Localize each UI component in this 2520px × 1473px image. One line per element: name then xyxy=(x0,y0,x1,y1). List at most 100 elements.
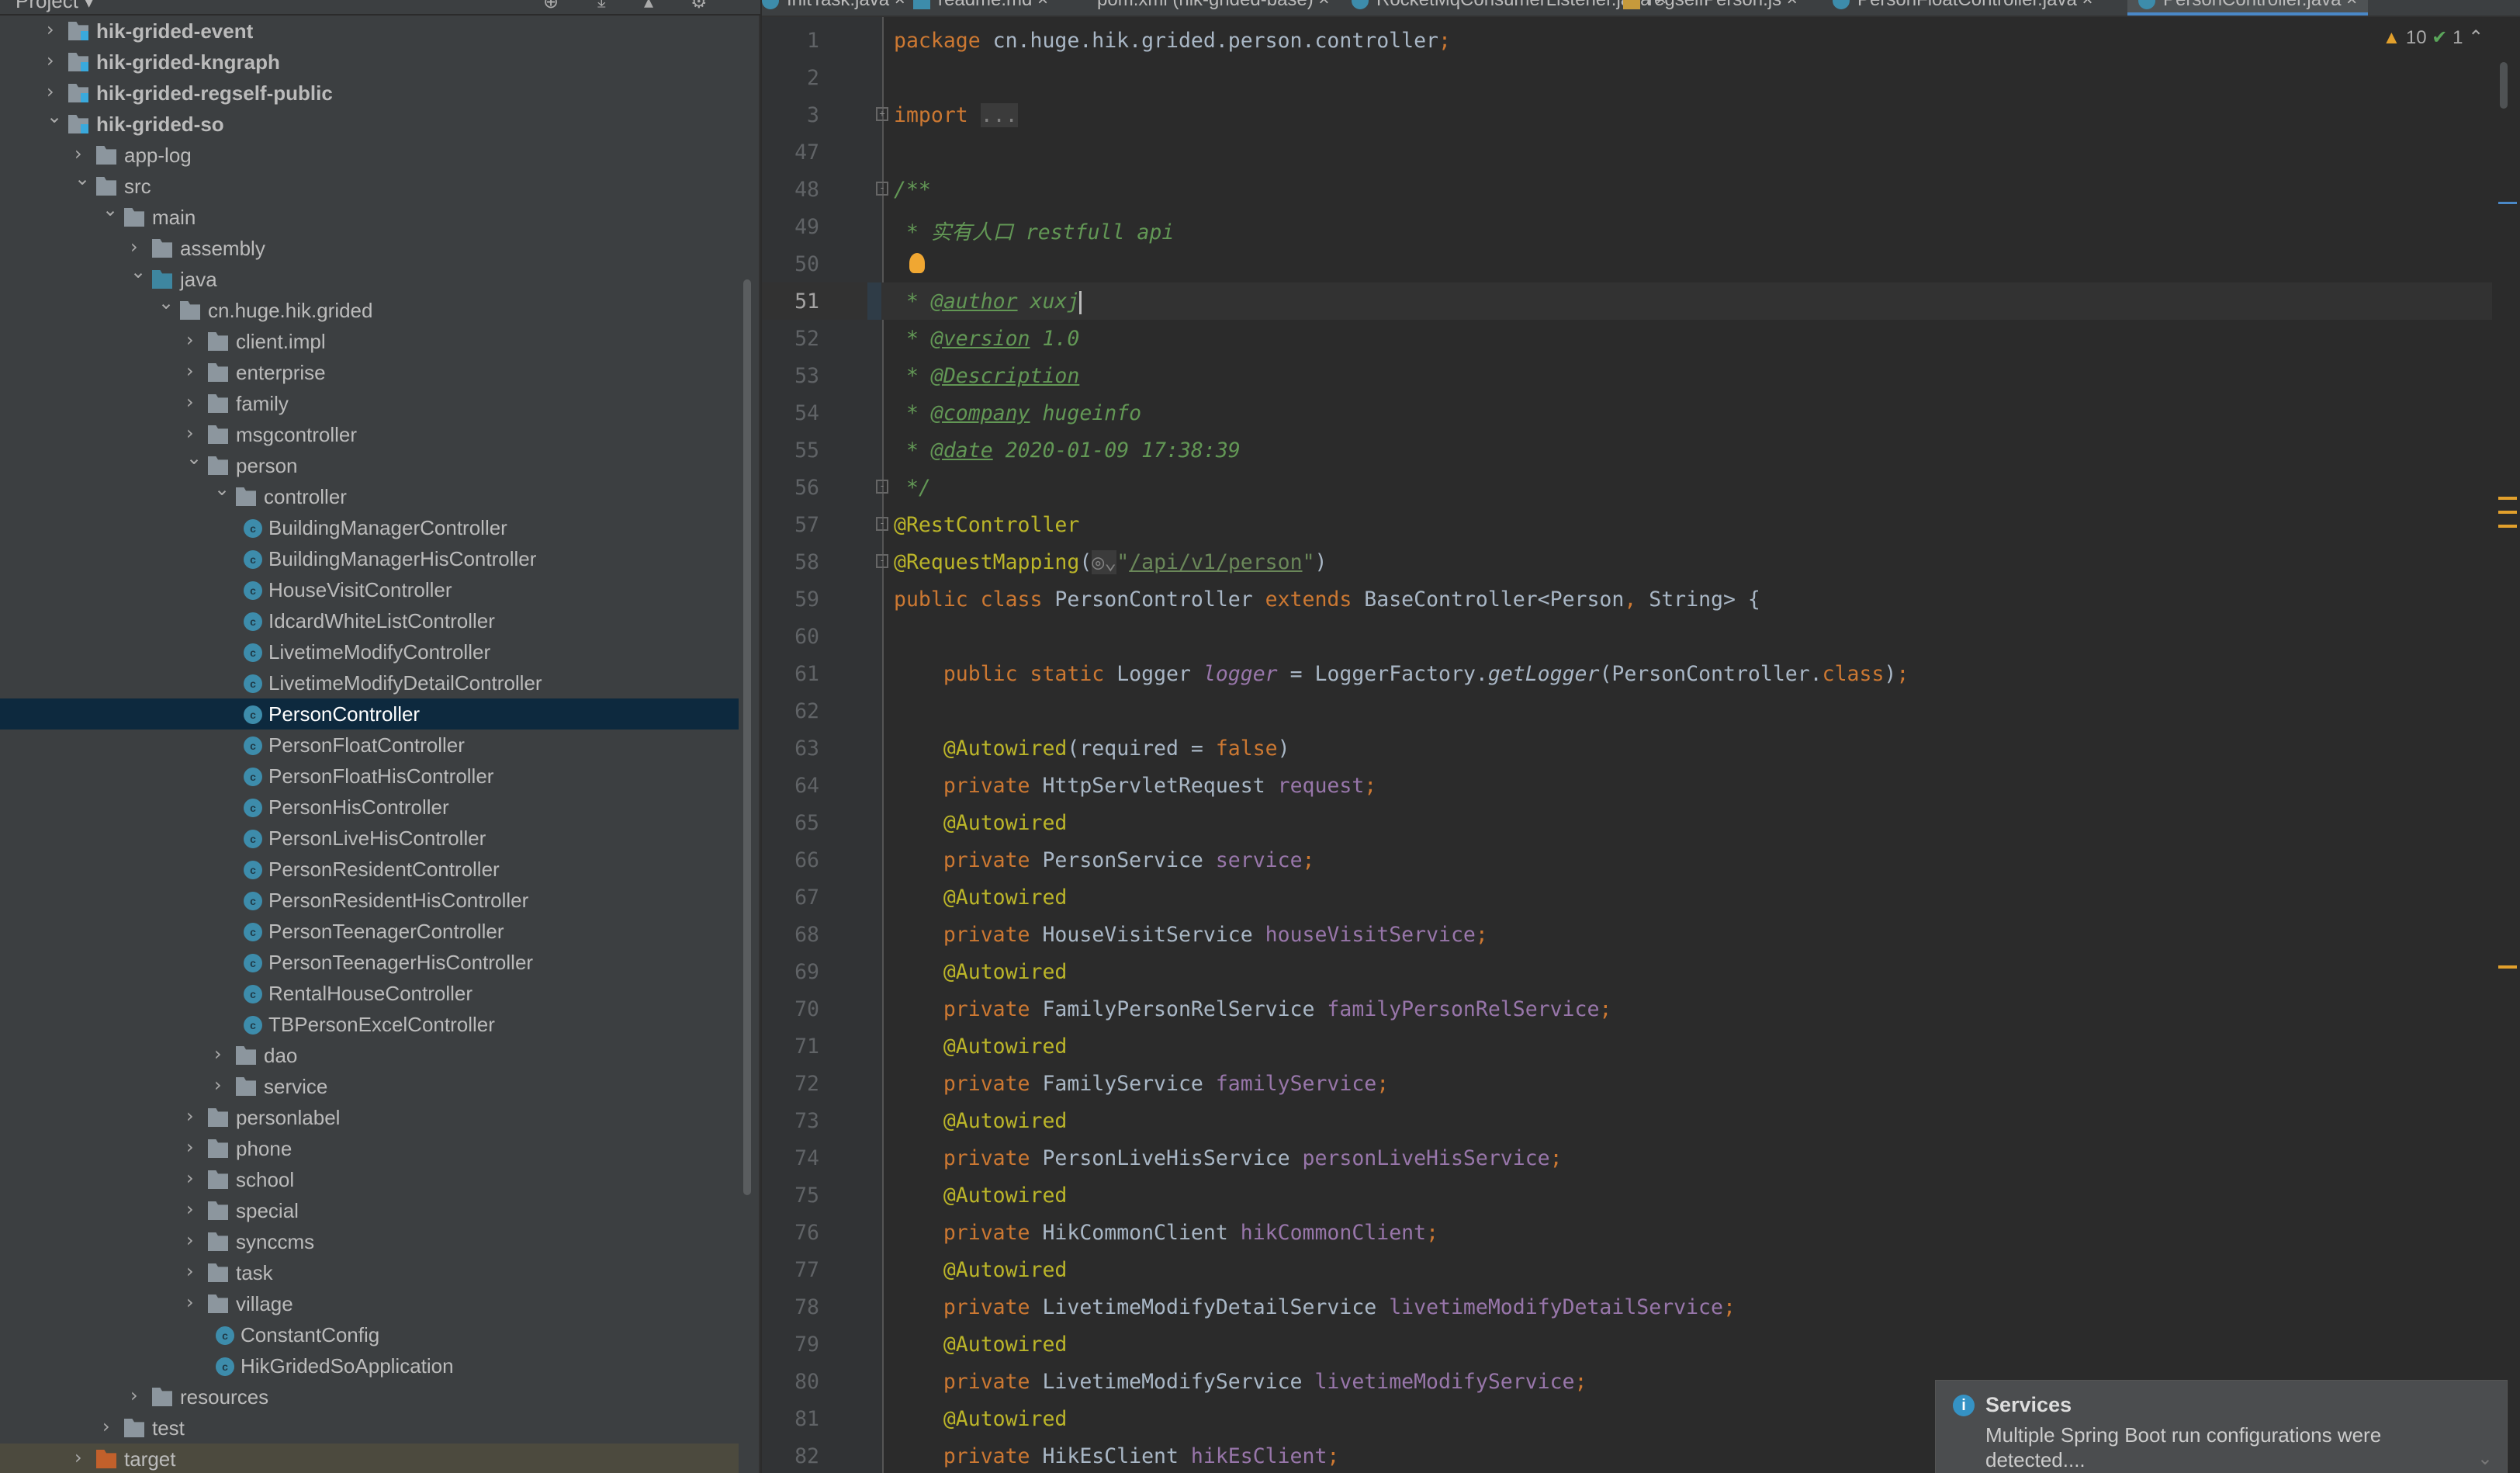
tab-personfloatcontroller[interactable]: PersonFloatController.java × xyxy=(1833,0,2093,11)
editor-scrollbar[interactable] xyxy=(2492,17,2520,1473)
project-view-selector[interactable]: Project ▾ xyxy=(16,0,94,13)
chevron-right-icon[interactable]: › xyxy=(186,1198,202,1220)
code-line[interactable]: 72 private FamilyService familyService; xyxy=(762,1065,2492,1102)
code-line[interactable]: 56 - */ xyxy=(762,469,2492,506)
line-number[interactable]: 75 xyxy=(762,1184,819,1208)
tab-regselfperson[interactable]: regselfPerson.js × xyxy=(1623,0,1798,11)
tree-item[interactable]: c PersonFloatHisController xyxy=(0,761,739,792)
tree-item[interactable]: c ConstantConfig xyxy=(0,1319,739,1350)
line-number[interactable]: 63 xyxy=(762,736,819,761)
error-stripe-mark[interactable] xyxy=(2498,202,2517,204)
line-number[interactable]: 66 xyxy=(762,848,819,872)
line-number[interactable]: 50 xyxy=(762,252,819,276)
chevron-down-icon[interactable]: ⌄ xyxy=(130,261,146,282)
chevron-down-icon[interactable]: ⌄ xyxy=(102,199,118,220)
chevron-right-icon[interactable]: › xyxy=(186,1260,202,1282)
code-line[interactable]: 57 - @RestController xyxy=(762,506,2492,543)
line-number[interactable]: 69 xyxy=(762,960,819,984)
tree-item[interactable]: c PersonLiveHisController xyxy=(0,823,739,854)
tree-item[interactable]: c PersonHisController xyxy=(0,792,739,823)
lightbulb-icon[interactable] xyxy=(909,253,925,273)
tree-item[interactable]: c LivetimeModifyController xyxy=(0,636,739,667)
code-line[interactable]: 70 private FamilyPersonRelService family… xyxy=(762,990,2492,1028)
code-line[interactable]: 52 * @version 1.0 xyxy=(762,320,2492,357)
tree-item[interactable]: c PersonResidentHisController xyxy=(0,885,739,916)
chevron-right-icon[interactable]: › xyxy=(186,422,202,444)
tree-item[interactable]: c PersonController xyxy=(0,698,739,730)
line-number[interactable]: 81 xyxy=(762,1407,819,1431)
tree-item[interactable]: › msgcontroller xyxy=(0,419,739,450)
code-line[interactable]: 60 xyxy=(762,618,2492,655)
chevron-right-icon[interactable]: › xyxy=(214,1043,230,1065)
code-line[interactable]: 54 * @company hugeinfo xyxy=(762,394,2492,432)
code-line[interactable]: 73 @Autowired xyxy=(762,1102,2492,1139)
code-line[interactable]: 76 private HikCommonClient hikCommonClie… xyxy=(762,1214,2492,1251)
line-number[interactable]: 70 xyxy=(762,997,819,1021)
tab-readme[interactable]: readme.md × xyxy=(913,0,1048,11)
services-notification[interactable]: i Services Multiple Spring Boot run conf… xyxy=(1935,1380,2508,1473)
chevron-right-icon[interactable]: › xyxy=(186,329,202,351)
chevron-right-icon[interactable]: › xyxy=(74,1447,90,1468)
tab-inittask[interactable]: InitTask.java × xyxy=(762,0,905,11)
line-number[interactable]: 78 xyxy=(762,1295,819,1319)
code-line[interactable]: 69 @Autowired xyxy=(762,953,2492,990)
fold-collapse-icon[interactable]: - xyxy=(876,182,888,196)
code-line[interactable]: 67 @Autowired xyxy=(762,879,2492,916)
tree-item[interactable]: c PersonTeenagerController xyxy=(0,916,739,947)
code-line[interactable]: 53 * @Description xyxy=(762,357,2492,394)
code-line[interactable]: 65 @Autowired xyxy=(762,804,2492,841)
tree-item[interactable]: c PersonFloatController xyxy=(0,730,739,761)
tree-item[interactable]: › hik-grided-regself-public xyxy=(0,78,739,109)
tree-item[interactable]: › client.impl xyxy=(0,326,739,357)
line-number[interactable]: 56 xyxy=(762,476,819,500)
tree-item[interactable]: › village xyxy=(0,1288,739,1319)
line-number[interactable]: 67 xyxy=(762,886,819,910)
line-number[interactable]: 49 xyxy=(762,215,819,239)
line-number[interactable]: 62 xyxy=(762,699,819,723)
tree-item[interactable]: › assembly xyxy=(0,233,739,264)
tab-pom[interactable]: pom.xml (hik-grided-base) × xyxy=(1072,0,1329,11)
line-number[interactable]: 48 xyxy=(762,178,819,202)
tree-item[interactable]: c PersonResidentController xyxy=(0,854,739,885)
line-number[interactable]: 76 xyxy=(762,1221,819,1245)
line-number[interactable]: 47 xyxy=(762,140,819,165)
tree-item[interactable]: › test xyxy=(0,1412,739,1444)
expand-icon[interactable]: ▴ xyxy=(644,0,653,13)
chevron-right-icon[interactable]: › xyxy=(214,1074,230,1096)
tree-item[interactable]: ⌄ person xyxy=(0,447,739,481)
code-line[interactable]: 48 -/** xyxy=(762,171,2492,208)
tree-item[interactable]: ⌄ main xyxy=(0,199,739,233)
inspection-widget[interactable]: ▲ 10 ✔ 1 ⌃ ⌄ xyxy=(2382,26,2504,49)
line-number[interactable]: 51 xyxy=(762,289,819,314)
tree-item[interactable]: › target xyxy=(0,1444,739,1473)
tab-personcontroller[interactable]: PersonController.java × xyxy=(2127,0,2369,16)
tree-item[interactable]: c HouseVisitController xyxy=(0,574,739,605)
chevron-down-icon[interactable]: ⌄ xyxy=(158,292,174,314)
line-number[interactable]: 53 xyxy=(762,364,819,388)
tree-item[interactable]: c TBPersonExcelController xyxy=(0,1009,739,1040)
chevron-right-icon[interactable]: › xyxy=(186,1136,202,1158)
gear-icon[interactable]: ⚙ xyxy=(691,0,708,13)
chevron-right-icon[interactable]: › xyxy=(74,143,90,165)
code-line[interactable]: 78 private LivetimeModifyDetailService l… xyxy=(762,1288,2492,1326)
line-number[interactable]: 79 xyxy=(762,1333,819,1357)
chevron-down-icon[interactable]: ⌄ xyxy=(47,106,62,127)
code-line[interactable]: 79 @Autowired xyxy=(762,1326,2492,1363)
tab-rocketmqconsumerlistener[interactable]: RocketMqConsumerListener.java × xyxy=(1352,0,1667,11)
chevron-right-icon[interactable]: › xyxy=(130,1385,146,1406)
tree-item[interactable]: › service xyxy=(0,1071,739,1102)
line-number[interactable]: 68 xyxy=(762,923,819,947)
tree-item[interactable]: › school xyxy=(0,1164,739,1195)
tree-item[interactable]: › dao xyxy=(0,1040,739,1071)
chevron-right-icon[interactable]: › xyxy=(102,1416,118,1437)
warning-stripe-mark[interactable] xyxy=(2498,497,2517,500)
line-number[interactable]: 60 xyxy=(762,625,819,649)
warning-stripe-mark[interactable] xyxy=(2498,965,2517,969)
line-number[interactable]: 54 xyxy=(762,401,819,425)
collapse-icon[interactable]: ⤓ xyxy=(597,0,606,12)
tree-item[interactable]: c LivetimeModifyDetailController xyxy=(0,667,739,698)
line-number[interactable]: 57 xyxy=(762,513,819,537)
chevron-right-icon[interactable]: › xyxy=(186,1229,202,1251)
chevron-right-icon[interactable]: › xyxy=(47,50,62,71)
line-number[interactable]: 77 xyxy=(762,1258,819,1282)
